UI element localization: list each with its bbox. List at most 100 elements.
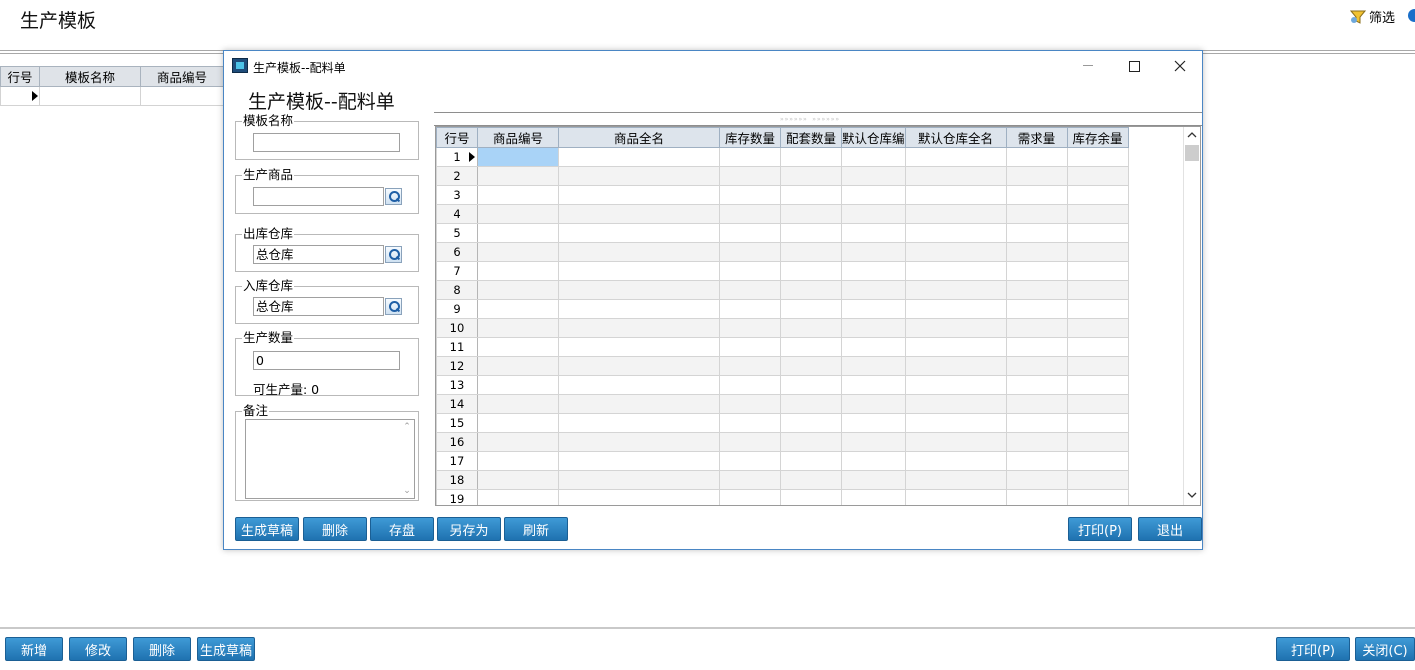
table-cell[interactable] — [1005, 337, 1068, 357]
template-list-grid[interactable]: 行号 模板名称 商品编号 — [0, 66, 224, 106]
minimize-icon[interactable] — [1065, 51, 1111, 81]
quantity-input[interactable]: 0 — [253, 351, 400, 370]
column-header-line-no[interactable]: 行号 — [436, 127, 478, 148]
scroll-up-icon[interactable]: ⌃ — [400, 422, 414, 432]
table-cell[interactable] — [841, 451, 906, 471]
table-cell[interactable] — [904, 451, 1007, 471]
table-cell[interactable] — [477, 489, 559, 505]
table-cell[interactable] — [904, 470, 1007, 490]
table-row[interactable]: 8 — [436, 280, 1129, 300]
table-cell[interactable] — [477, 356, 559, 376]
table-cell[interactable] — [780, 413, 842, 433]
table-cell[interactable] — [1066, 280, 1129, 300]
table-cell[interactable] — [558, 147, 720, 167]
table-cell[interactable] — [719, 394, 781, 414]
help-icon[interactable] — [1408, 9, 1415, 22]
table-cell[interactable] — [841, 356, 906, 376]
notes-scrollbar[interactable]: ⌃ ⌄ — [400, 420, 414, 498]
table-row[interactable]: 1 — [436, 147, 1129, 167]
table-cell[interactable] — [477, 432, 559, 452]
table-cell[interactable] — [904, 394, 1007, 414]
table-cell[interactable] — [1066, 470, 1129, 490]
table-cell[interactable] — [558, 337, 720, 357]
table-cell[interactable] — [1066, 394, 1129, 414]
table-cell[interactable] — [780, 432, 842, 452]
scroll-down-icon[interactable]: ⌄ — [400, 486, 414, 496]
table-cell[interactable] — [719, 223, 781, 243]
table-row[interactable]: 9 — [436, 299, 1129, 319]
table-cell[interactable] — [780, 223, 842, 243]
table-row[interactable] — [0, 86, 224, 106]
table-cell[interactable] — [719, 185, 781, 205]
table-cell[interactable] — [904, 432, 1007, 452]
table-cell[interactable] — [558, 242, 720, 262]
table-cell[interactable] — [719, 489, 781, 505]
table-cell[interactable] — [841, 432, 906, 452]
column-header-kit-qty[interactable]: 配套数量 — [780, 127, 842, 148]
table-cell[interactable] — [558, 356, 720, 376]
table-cell[interactable] — [841, 413, 906, 433]
in-warehouse-input[interactable]: 总仓库 — [253, 297, 384, 316]
table-cell[interactable] — [841, 375, 906, 395]
save-as-button[interactable]: 另存为 — [437, 517, 501, 541]
table-cell[interactable] — [1005, 242, 1068, 262]
table-cell[interactable] — [558, 318, 720, 338]
table-cell[interactable] — [904, 299, 1007, 319]
table-cell[interactable] — [477, 242, 559, 262]
table-cell[interactable] — [841, 185, 906, 205]
table-cell[interactable] — [841, 204, 906, 224]
table-cell[interactable] — [477, 261, 559, 281]
table-cell[interactable] — [39, 86, 141, 106]
table-cell[interactable] — [1066, 337, 1129, 357]
table-cell[interactable] — [477, 223, 559, 243]
table-cell[interactable] — [1066, 413, 1129, 433]
table-cell[interactable] — [558, 299, 720, 319]
column-header-default-warehouse-name[interactable]: 默认仓库全名 — [904, 127, 1007, 148]
table-cell[interactable] — [558, 451, 720, 471]
print-button[interactable]: 打印(P) — [1276, 637, 1350, 661]
table-cell[interactable] — [841, 223, 906, 243]
table-cell[interactable] — [841, 337, 906, 357]
table-row[interactable]: 11 — [436, 337, 1129, 357]
table-cell[interactable] — [477, 394, 559, 414]
table-row[interactable]: 14 — [436, 394, 1129, 414]
table-cell[interactable] — [719, 204, 781, 224]
generate-draft-button[interactable]: 生成草稿 — [235, 517, 299, 541]
table-cell[interactable] — [1005, 432, 1068, 452]
column-header[interactable]: 行号 — [0, 66, 40, 87]
column-header[interactable]: 模板名称 — [39, 66, 141, 87]
table-cell[interactable] — [780, 166, 842, 186]
table-row[interactable]: 10 — [436, 318, 1129, 338]
table-cell[interactable] — [780, 337, 842, 357]
table-row[interactable]: 4 — [436, 204, 1129, 224]
table-cell[interactable] — [780, 394, 842, 414]
table-cell[interactable] — [558, 223, 720, 243]
table-cell[interactable] — [719, 280, 781, 300]
table-cell[interactable] — [1005, 489, 1068, 505]
table-row[interactable]: 17 — [436, 451, 1129, 471]
table-cell[interactable] — [719, 318, 781, 338]
table-cell[interactable] — [558, 432, 720, 452]
table-cell[interactable] — [780, 470, 842, 490]
table-cell[interactable] — [1066, 185, 1129, 205]
table-cell[interactable] — [1066, 432, 1129, 452]
table-cell[interactable] — [1066, 299, 1129, 319]
delete-button[interactable]: 删除 — [133, 637, 191, 661]
table-cell[interactable] — [477, 413, 559, 433]
table-cell[interactable] — [780, 375, 842, 395]
table-cell[interactable] — [1005, 318, 1068, 338]
table-cell[interactable] — [904, 413, 1007, 433]
table-cell[interactable] — [1005, 261, 1068, 281]
table-cell[interactable] — [1005, 413, 1068, 433]
table-cell[interactable] — [1066, 223, 1129, 243]
table-cell[interactable] — [477, 166, 559, 186]
table-cell[interactable] — [558, 204, 720, 224]
table-cell[interactable] — [780, 451, 842, 471]
edit-button[interactable]: 修改 — [69, 637, 127, 661]
table-cell[interactable] — [719, 166, 781, 186]
table-row[interactable]: 19 — [436, 489, 1129, 505]
table-cell[interactable] — [477, 280, 559, 300]
table-cell[interactable] — [1005, 147, 1068, 167]
table-row[interactable]: 3 — [436, 185, 1129, 205]
scroll-thumb[interactable] — [1185, 145, 1199, 161]
